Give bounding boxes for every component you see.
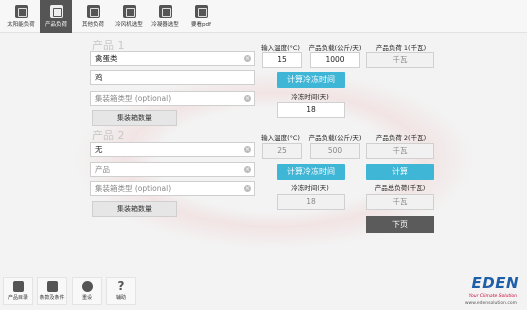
container-type-placeholder: 集装箱类型 (optional) [95, 184, 172, 193]
reset-label: 重设 [81, 295, 92, 301]
total-load-label: 产品总负荷(千瓦) [374, 184, 426, 192]
total-load-field[interactable]: 千瓦 [366, 194, 434, 210]
help-icon: ? [117, 279, 125, 293]
product1-product-load-field[interactable]: 千瓦 [366, 52, 434, 68]
terms-button[interactable]: 条款及条件 [37, 277, 67, 305]
tab-label: 要看pdf [191, 22, 211, 28]
catalog-button[interactable]: 产品目录 [3, 277, 33, 305]
help-button[interactable]: ? 辅助 [106, 277, 136, 305]
category-value: 无 [95, 145, 103, 154]
product2-product-select[interactable]: 产品 × [90, 162, 255, 177]
product-load-label: 产品负荷 1(千瓦) [375, 44, 427, 52]
tab-product-load[interactable]: 产品负荷 [40, 0, 72, 33]
product1-load-field[interactable]: 1000 [310, 52, 360, 68]
solar-icon [14, 5, 28, 18]
product-load-label: 产品负荷 2(千瓦) [375, 134, 427, 142]
load-label: 产品负载(公斤/天) [308, 134, 362, 142]
product2-load-field[interactable]: 500 [310, 143, 360, 159]
reset-button[interactable]: 重设 [72, 277, 102, 305]
terms-icon [46, 281, 58, 292]
tab-view-pdf[interactable]: 要看pdf [186, 0, 216, 33]
catalog-label: 产品目录 [7, 295, 28, 301]
terms-label: 条款及条件 [39, 295, 65, 301]
condenser-icon [158, 5, 172, 18]
product2-freeze-time-field[interactable]: 18 [277, 194, 345, 210]
cooler-icon [122, 5, 136, 18]
product1-container-qty-button[interactable]: 集装箱数量 [92, 110, 177, 126]
brand-logo: EDEN [471, 274, 519, 292]
product1-freeze-time-field[interactable]: 18 [277, 102, 345, 118]
calc-button[interactable]: 计算 [366, 164, 434, 180]
tab-label: 太阳能负荷 [7, 22, 35, 28]
clear-icon[interactable]: × [244, 55, 251, 62]
product1-calc-freeze-button[interactable]: 计算冷冻时间 [277, 72, 345, 88]
product2-input-temp-field[interactable]: 25 [262, 143, 302, 159]
product2-title: 产品 2 [92, 129, 125, 142]
product2-container-type-select[interactable]: 集装箱类型 (optional) × [90, 181, 255, 196]
next-page-button[interactable]: 下页 [366, 216, 434, 233]
pdf-icon [194, 5, 208, 18]
tab-label: 其他负荷 [81, 22, 104, 28]
clear-icon[interactable]: × [244, 95, 251, 102]
tab-label: 产品负荷 [44, 22, 67, 28]
tab-label: 冷凝器选型 [151, 22, 179, 28]
clear-icon[interactable]: × [244, 146, 251, 153]
tab-solar-load[interactable]: 太阳能负荷 [4, 0, 38, 33]
product2-category-select[interactable]: 无 × [90, 142, 255, 157]
tab-cooler-selection[interactable]: 冷风机选型 [112, 0, 146, 33]
product1-container-type-select[interactable]: 集装箱类型 (optional) × [90, 91, 255, 106]
bottom-toolbar: 产品目录 条款及条件 重设 ? 辅助 EDEN Your Climate Sol… [0, 274, 527, 310]
input-temp-label: 输入温度(°C) [261, 44, 300, 52]
product1-product-select[interactable]: 鸡 [90, 70, 255, 85]
product-value: 鸡 [95, 73, 103, 82]
tab-other-load[interactable]: 其他负荷 [78, 0, 108, 33]
input-temp-label: 输入温度(°C) [261, 134, 300, 142]
reset-icon [81, 281, 93, 292]
product2-product-load-field[interactable]: 千瓦 [366, 143, 434, 159]
product-load-icon [49, 5, 63, 18]
product2-container-qty-button[interactable]: 集装箱数量 [92, 201, 177, 217]
freeze-time-label: 冷冻时间(天) [291, 93, 329, 101]
container-type-placeholder: 集装箱类型 (optional) [95, 94, 172, 103]
load-label: 产品负载(公斤/天) [308, 44, 362, 52]
catalog-icon [12, 281, 24, 292]
top-toolbar: 太阳能负荷 产品负荷 其他负荷 冷风机选型 冷凝器选型 要看pdf [0, 0, 527, 33]
brand-tagline: Your Climate Solution [468, 294, 517, 299]
background-decoration [40, 55, 510, 265]
other-load-icon [86, 5, 100, 18]
clear-icon[interactable]: × [244, 185, 251, 192]
freeze-time-label: 冷冻时间(天) [291, 184, 329, 192]
product1-input-temp-field[interactable]: 15 [262, 52, 302, 68]
brand-url: www.edensolution.com [464, 301, 517, 306]
product1-category-select[interactable]: 禽蛋类 × [90, 51, 255, 66]
tab-label: 冷风机选型 [115, 22, 143, 28]
product-placeholder: 产品 [95, 165, 110, 174]
product2-calc-freeze-button[interactable]: 计算冷冻时间 [277, 164, 345, 180]
tab-condenser-selection[interactable]: 冷凝器选型 [148, 0, 182, 33]
category-value: 禽蛋类 [95, 54, 118, 63]
clear-icon[interactable]: × [244, 166, 251, 173]
help-label: 辅助 [115, 295, 126, 301]
